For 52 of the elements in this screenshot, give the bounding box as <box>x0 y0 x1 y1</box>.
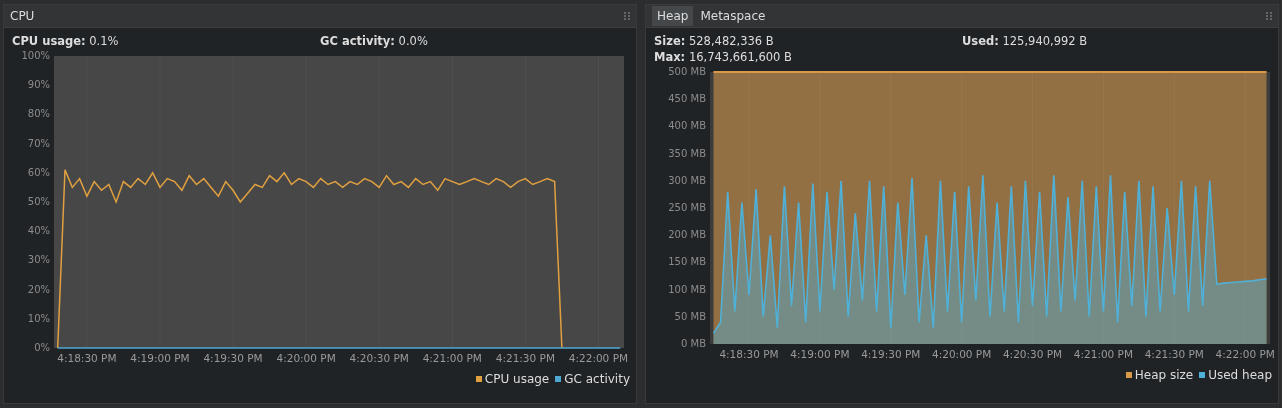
x-tick-label: 4:19:30 PM <box>861 348 921 360</box>
y-tick-label: 70% <box>27 137 50 149</box>
y-tick-label: 300 MB <box>668 174 706 186</box>
y-tick-label: 150 MB <box>668 256 706 268</box>
stat-text: Used: 125,940,992 B <box>962 34 1089 48</box>
y-tick-label: 250 MB <box>668 202 706 213</box>
y-tick-label: 100% <box>21 50 50 61</box>
x-tick-label: 4:22:00 PM <box>568 352 629 364</box>
x-tick-label: 4:21:00 PM <box>1073 348 1134 360</box>
tab[interactable]: Metaspace <box>695 6 771 26</box>
panel-title: CPU <box>10 9 35 23</box>
y-tick-label: 350 MB <box>668 147 706 159</box>
y-tick-label: 40% <box>27 225 50 237</box>
y-tick-label: 60% <box>27 166 50 178</box>
x-tick-label: 4:21:30 PM <box>1144 348 1204 360</box>
x-tick-label: 4:22:00 PM <box>1215 348 1275 360</box>
stat-text: Size: 528,482,336 B <box>654 34 775 48</box>
x-tick-label: 4:19:00 PM <box>790 348 850 360</box>
x-tick-label: 4:21:00 PM <box>422 352 482 364</box>
stat-text: CPU usage: 0.1% <box>12 34 120 48</box>
y-tick-label: 20% <box>27 283 50 295</box>
y-tick-label: 400 MB <box>668 120 706 132</box>
grip-icon[interactable] <box>1266 12 1272 20</box>
stat-text: GC activity: 0.0% <box>320 34 429 48</box>
x-tick-label: 4:19:30 PM <box>203 352 263 364</box>
x-tick-label: 4:21:30 PM <box>495 352 555 364</box>
y-tick-label: 80% <box>27 108 50 120</box>
legend-label: GC activity <box>564 372 630 386</box>
y-tick-label: 50 MB <box>674 310 706 322</box>
x-tick-label: 4:20:30 PM <box>1002 348 1063 360</box>
x-tick-label: 4:18:30 PM <box>57 352 117 364</box>
x-tick-label: 4:20:00 PM <box>932 348 992 360</box>
y-tick-label: 200 MB <box>668 229 706 241</box>
y-tick-label: 100 MB <box>668 283 706 295</box>
y-tick-label: 450 MB <box>668 93 706 105</box>
y-tick-label: 10% <box>27 312 50 324</box>
legend-label: Used heap <box>1208 368 1272 382</box>
y-tick-label: 50% <box>27 196 50 207</box>
y-tick-label: 90% <box>27 79 50 91</box>
x-tick-label: 4:20:30 PM <box>349 352 409 364</box>
y-tick-label: 500 MB <box>668 66 706 77</box>
x-tick-label: 4:18:30 PM <box>719 348 779 360</box>
grip-icon[interactable] <box>624 12 630 20</box>
y-tick-label: 30% <box>27 254 50 266</box>
y-tick-label: 0% <box>34 342 50 353</box>
x-tick-label: 4:19:00 PM <box>130 352 190 364</box>
x-tick-label: 4:20:00 PM <box>276 352 336 364</box>
legend-label: CPU usage <box>484 372 550 386</box>
stat-text: Max: 16,743,661,600 B <box>654 50 793 64</box>
y-tick-label: 0 MB <box>680 338 706 349</box>
legend-label: Heap size <box>1134 368 1194 382</box>
tab[interactable]: Heap <box>652 6 694 26</box>
